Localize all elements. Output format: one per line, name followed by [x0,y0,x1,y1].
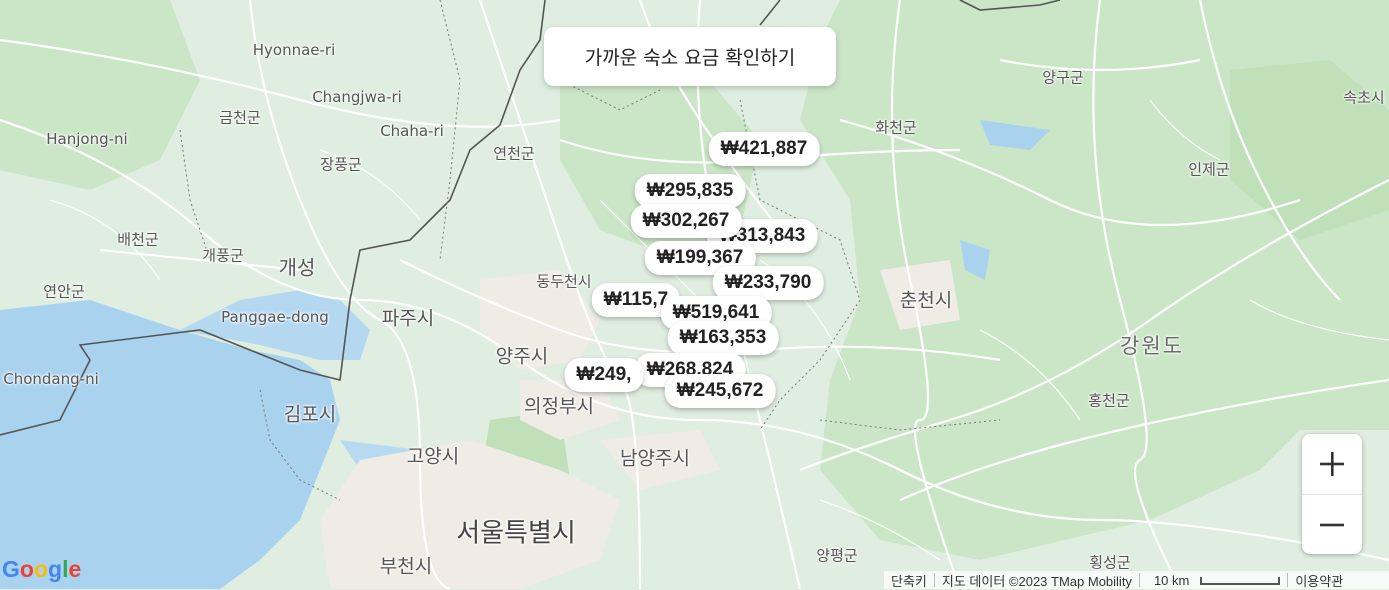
place-label-baecheon: 배천군 [117,230,159,249]
place-label-changjwa: Changjwa-ri [312,88,402,106]
place-label-jangpung: 장풍군 [320,155,362,174]
check-nearby-rates-label: 가까운 숙소 요금 확인하기 [584,47,796,69]
price-marker-p2[interactable]: ₩295,835 [634,174,746,208]
place-label-chondang: Chondang-ni [3,370,99,388]
place-label-hwacheon: 화천군 [875,118,917,137]
map-data-attribution: 지도 데이터 ©2023 TMap Mobility [941,573,1132,589]
minus-icon [1320,523,1344,527]
place-label-geumcheon: 금천군 [219,108,261,127]
place-label-hongcheon: 홍천군 [1088,391,1130,410]
place-label-uijeongbu: 의정부시 [524,395,594,418]
price-marker-p10[interactable]: ₩249, [564,358,644,392]
google-logo: Google [2,556,82,582]
place-label-gangwon: 강원도 [1120,334,1184,358]
place-label-seoul: 서울특별시 [456,518,576,549]
zoom-out-button[interactable] [1302,494,1362,554]
price-marker-p9[interactable]: ₩163,353 [667,321,779,355]
scale-label: 10 km [1153,572,1190,588]
place-label-gaepung: 개풍군 [202,246,244,265]
place-label-gaeseong: 개성 [278,255,316,280]
place-label-hyonnae: Hyonnae-ri [252,41,336,59]
zoom-in-button[interactable] [1302,434,1362,494]
place-label-yangpyeong: 양평군 [816,546,858,565]
keyboard-shortcuts-link[interactable]: 단축키 [884,571,934,590]
place-label-namyangju: 남양주시 [620,447,690,470]
place-label-inje: 인제군 [1188,160,1230,179]
place-label-hoengseong: 횡성군 [1089,553,1131,572]
place-label-yeoncheon: 연천군 [493,144,535,163]
check-nearby-rates-button[interactable]: 가까운 숙소 요금 확인하기 [544,27,836,86]
zoom-controls [1302,434,1362,554]
price-marker-p1[interactable]: ₩421,887 [708,132,820,166]
price-marker-p4[interactable]: ₩302,267 [630,204,742,238]
terms-link[interactable]: 이용약관 [1288,571,1350,590]
place-label-chaha: Chaha-ri [380,122,444,140]
price-marker-p6[interactable]: ₩233,790 [712,266,824,300]
plus-icon [1320,452,1344,476]
place-label-paju: 파주시 [381,307,435,330]
place-label-panggae: Panggae-dong [221,308,329,326]
place-label-gimpo: 김포시 [283,403,337,426]
map-canvas[interactable] [0,0,1389,589]
scale-indicator[interactable]: 10 km [1140,573,1287,588]
place-label-dongducheon: 동두천시 [536,272,592,291]
place-label-hanjong: Hanjong-ni [46,130,128,148]
place-label-yangju: 양주시 [495,345,549,368]
place-label-sokcho: 속초시 [1343,88,1385,107]
place-label-bucheon: 부천시 [379,555,433,578]
price-marker-p11[interactable]: ₩245,672 [664,374,776,408]
place-label-yanggu: 양구군 [1042,68,1084,87]
scale-bar [1200,577,1281,586]
map-footer: 단축키 지도 데이터 ©2023 TMap Mobility 10 km 이용약… [884,571,1389,589]
place-label-chuncheon: 춘천시 [899,289,953,312]
place-label-goyang: 고양시 [406,445,460,468]
place-label-yeonan: 연안군 [43,282,85,301]
